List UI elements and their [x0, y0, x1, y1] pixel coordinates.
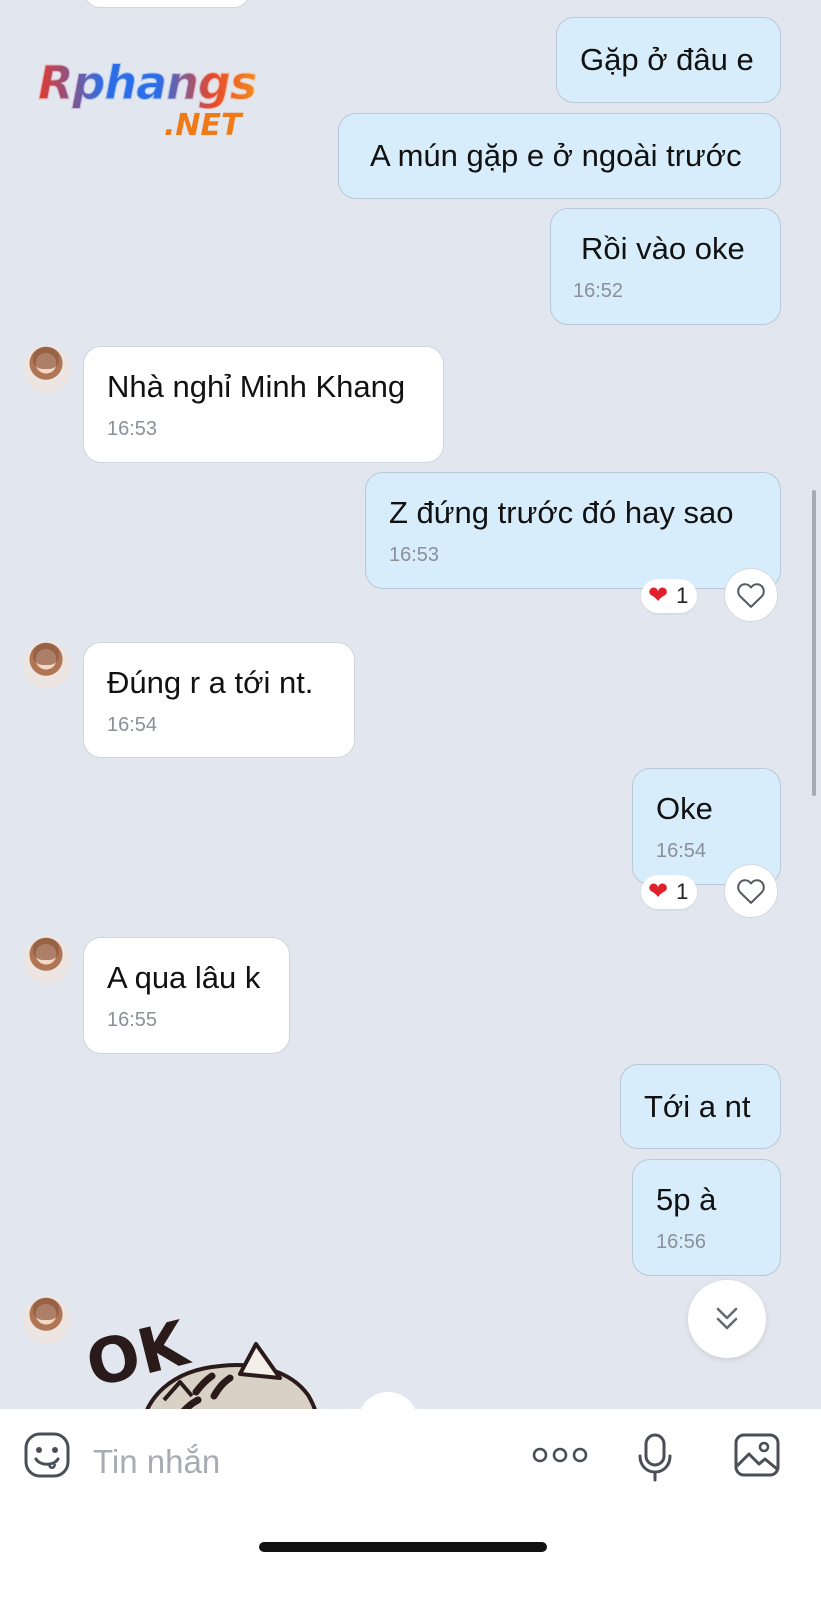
reaction-count: 1: [676, 879, 689, 904]
message-bubble[interactable]: Tới a nt: [620, 1064, 781, 1149]
message-time: 16:54: [656, 840, 707, 862]
message-bubble[interactable]: Đúng r a tới nt. 16:54: [83, 642, 355, 758]
reaction-count: 1: [676, 583, 689, 608]
message-time: 16:55: [107, 1009, 158, 1031]
watermark-logo: Rphangs .NET: [37, 55, 288, 147]
chat-area[interactable]: Rphangs .NET Gặp ở đâu e A mún gặp e ở n…: [0, 0, 821, 1438]
like-button[interactable]: [724, 568, 778, 622]
message-time: 16:53: [107, 418, 158, 440]
message-bubble[interactable]: Nhà nghỉ Minh Khang 16:53: [83, 346, 444, 463]
message-text: A mún gặp e ở ngoài trước: [370, 138, 742, 173]
smiley-icon: [24, 1432, 70, 1478]
heart-icon: ❤: [648, 582, 669, 609]
logo-top-text: Rphangs: [37, 56, 257, 111]
message-bubble[interactable]: A mún gặp e ở ngoài trước: [338, 113, 781, 199]
message-text: Nhà nghỉ Minh Khang: [107, 369, 406, 404]
contact-avatar[interactable]: [23, 345, 71, 393]
message-text: A qua lâu k: [107, 960, 261, 995]
message-text: Oke: [656, 791, 713, 826]
heart-outline-icon: [737, 583, 765, 608]
scroll-to-bottom-button[interactable]: [688, 1280, 766, 1358]
reaction-badge[interactable]: ❤ 1: [641, 579, 698, 613]
message-text: Đúng r a tới nt.: [107, 665, 314, 700]
contact-avatar[interactable]: [23, 641, 71, 689]
double-chevron-down-icon: [716, 1307, 738, 1330]
more-options-button[interactable]: [532, 1443, 588, 1467]
message-text: Z đứng trước đó hay sao: [389, 495, 734, 530]
gallery-button[interactable]: [732, 1431, 782, 1479]
message-bubble[interactable]: Rồi vào oke 16:52: [550, 208, 781, 325]
message-input[interactable]: Tin nhắn: [93, 1442, 220, 1482]
more-dots-icon: [532, 1447, 588, 1463]
message-time: 16:54: [107, 714, 158, 736]
voice-message-button[interactable]: [635, 1431, 675, 1483]
reaction-badge[interactable]: ❤ 1: [641, 875, 698, 909]
contact-avatar[interactable]: [23, 1296, 71, 1344]
message-bubble[interactable]: 5p à 16:56: [632, 1159, 781, 1276]
home-indicator[interactable]: [259, 1542, 547, 1552]
message-time: 16:53: [389, 544, 440, 566]
message-time: 16:56: [656, 1231, 707, 1253]
message-bubble[interactable]: Z đứng trước đó hay sao 16:53: [365, 472, 781, 589]
previous-message-bubble[interactable]: [84, 0, 250, 8]
message-bubble[interactable]: A qua lâu k 16:55: [83, 937, 290, 1054]
message-text: Rồi vào oke: [581, 231, 745, 266]
logo-bottom-text: .NET: [164, 108, 242, 143]
heart-outline-icon: [737, 879, 765, 904]
message-text: Tới a nt: [644, 1089, 751, 1124]
message-time: 16:52: [573, 280, 624, 302]
image-icon: [734, 1433, 780, 1477]
heart-icon: ❤: [648, 878, 669, 905]
like-button[interactable]: [724, 864, 778, 918]
scrollbar[interactable]: [812, 490, 816, 796]
microphone-icon: [638, 1433, 672, 1482]
message-text: 5p à: [656, 1182, 717, 1217]
sticker-button[interactable]: [22, 1430, 72, 1480]
message-composer: Tin nhắn: [0, 1409, 821, 1600]
message-bubble[interactable]: Gặp ở đâu e: [556, 17, 781, 103]
message-text: Gặp ở đâu e: [580, 42, 754, 77]
contact-avatar[interactable]: [23, 936, 71, 984]
